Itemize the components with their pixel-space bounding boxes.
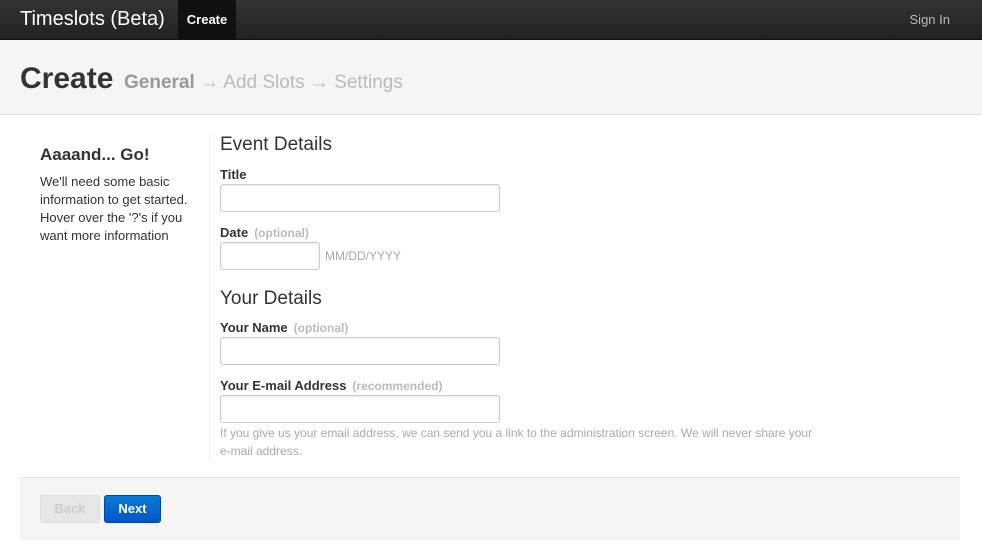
back-button[interactable]: Back bbox=[40, 495, 100, 523]
date-optional-note: (optional) bbox=[254, 226, 309, 240]
top-navbar: Timeslots (Beta) Create Sign In bbox=[0, 0, 982, 40]
brand-link[interactable]: Timeslots (Beta) bbox=[20, 0, 165, 40]
title-input[interactable] bbox=[220, 184, 500, 212]
date-format-hint: MM/DD/YYYY bbox=[325, 249, 402, 263]
step-settings: Settings bbox=[334, 72, 403, 93]
email-label-text: Your E-mail Address bbox=[220, 378, 347, 393]
email-input[interactable] bbox=[220, 395, 500, 423]
nav-item-create[interactable]: Create bbox=[178, 0, 236, 40]
date-label: Date (optional) bbox=[220, 225, 309, 241]
step-arrow: → bbox=[309, 72, 329, 93]
date-label-text: Date bbox=[220, 225, 249, 240]
name-label: Your Name (optional) bbox=[220, 320, 348, 336]
name-optional-note: (optional) bbox=[293, 321, 349, 335]
title-label: Title bbox=[220, 167, 247, 182]
event-details-legend: Event Details bbox=[220, 134, 332, 155]
email-recommended-note: (recommended) bbox=[352, 379, 443, 393]
email-label: Your E-mail Address (recommended) bbox=[220, 378, 442, 394]
your-details-legend: Your Details bbox=[220, 288, 322, 309]
form-actions: Back Next bbox=[20, 477, 960, 540]
page-title: Create bbox=[20, 62, 114, 95]
vertical-divider bbox=[209, 135, 210, 460]
next-button[interactable]: Next bbox=[104, 495, 161, 523]
page-header: Create General → Add Slots → Settings bbox=[0, 40, 982, 115]
wizard-steps: General → Add Slots → Settings bbox=[124, 71, 403, 95]
sidebar-intro: Aaaand... Go! We'll need some basic info… bbox=[40, 145, 200, 245]
step-arrow: → bbox=[200, 72, 220, 93]
step-add-slots: Add Slots bbox=[223, 72, 305, 93]
name-label-text: Your Name bbox=[220, 320, 288, 335]
sidebar-heading: Aaaand... Go! bbox=[40, 145, 150, 164]
sign-in-link[interactable]: Sign In bbox=[910, 0, 950, 40]
name-input[interactable] bbox=[220, 337, 500, 365]
date-input[interactable] bbox=[220, 242, 320, 270]
sidebar-text: We'll need some basic information to get… bbox=[40, 174, 188, 243]
email-help-text: If you give us your email address, we ca… bbox=[220, 426, 813, 458]
step-general: General bbox=[124, 72, 195, 93]
